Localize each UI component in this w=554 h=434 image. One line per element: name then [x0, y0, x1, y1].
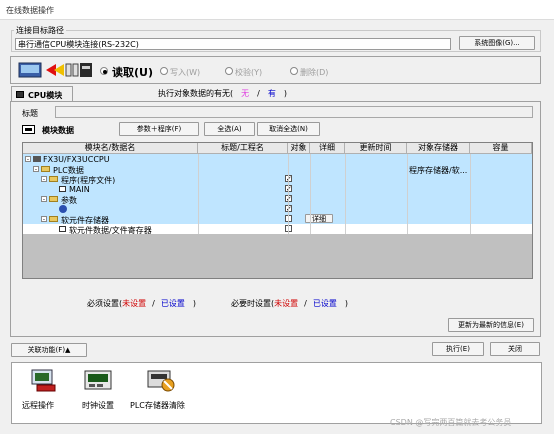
device-data-icon [59, 226, 66, 232]
module-data-table[interactable]: 模块名/数据名 标题/工程名 对象 详细 更新时间 对象存储器 容量 - FX3… [22, 142, 533, 279]
remote-operation-icon[interactable] [29, 367, 59, 393]
col-header-title[interactable]: 标题/工程名 [198, 143, 288, 154]
tab-cpu-module[interactable]: CPU模块 [11, 86, 73, 102]
table-row[interactable]: MAIN ✓ [23, 184, 532, 194]
col-header-name[interactable]: 模块名/数据名 [23, 143, 198, 154]
collapse-toggle[interactable]: - [41, 176, 47, 183]
window-titlebar[interactable]: 在线数据操作 [0, 0, 554, 20]
table-row[interactable]: - PLC数据 程序存储器/软... [23, 164, 532, 175]
program-file-icon [59, 186, 66, 192]
read-label: 读取(U) [112, 66, 153, 79]
col-header-target[interactable]: 对象 [288, 143, 310, 154]
write-label: 写入(W) [170, 68, 201, 77]
plc-memory-clear-label[interactable]: PLC存储器清除 [130, 400, 185, 411]
collapse-toggle[interactable]: - [41, 196, 47, 203]
read-radio[interactable] [100, 67, 108, 75]
table-row[interactable]: - FX3U/FX3UCCPU [23, 154, 532, 164]
collapse-toggle[interactable]: - [41, 216, 47, 223]
clock-setting-label[interactable]: 时钟设置 [82, 400, 114, 411]
deselect-all-button[interactable]: 取消全选(N) [257, 122, 320, 136]
select-all-button[interactable]: 全选(A) [204, 122, 255, 136]
table-row[interactable]: - 程序(程序文件) ✓ [23, 174, 532, 185]
cpu-icon [16, 91, 24, 98]
verify-radio[interactable] [225, 67, 233, 75]
required-setting-legend: 必须设置(未设置 / 已设置) [87, 299, 196, 308]
plc-memory-clear-icon[interactable] [146, 367, 176, 393]
col-header-capacity[interactable]: 容量 [470, 143, 532, 154]
target-presence-legend: 执行对象数据的有无(无 / 有) [158, 89, 287, 98]
write-radio[interactable] [160, 67, 168, 75]
param-program-button[interactable]: 参数＋程序(F) [119, 122, 199, 136]
table-header: 模块名/数据名 标题/工程名 对象 详细 更新时间 对象存储器 容量 [23, 143, 532, 154]
collapse-toggle[interactable]: - [33, 166, 39, 173]
folder-icon [49, 216, 58, 222]
table-row[interactable]: ✓ [23, 204, 532, 214]
when-needed-setting-legend: 必要时设置(未设置 / 已设置) [231, 299, 348, 308]
parameter-icon [59, 205, 67, 213]
title-field [55, 106, 533, 118]
execute-button[interactable]: 执行(E) [432, 342, 484, 356]
folder-icon [41, 166, 50, 172]
cpu-icon [33, 156, 41, 162]
table-row[interactable]: - 软元件存储器 详细 [23, 214, 532, 225]
module-data-label: 模块数据 [42, 126, 74, 135]
module-data-icon [22, 125, 35, 134]
delete-radio[interactable] [290, 67, 298, 75]
close-button[interactable]: 关闭 [490, 342, 540, 356]
window-title: 在线数据操作 [6, 6, 54, 15]
delete-label: 删除(D) [300, 68, 329, 77]
update-info-button[interactable]: 更新为最新的信息(E) [448, 318, 534, 332]
watermark: CSDN @写完两百篇就去考公务员 [390, 418, 512, 427]
remote-operation-label[interactable]: 远程操作 [22, 400, 54, 411]
clock-setting-icon[interactable] [83, 367, 113, 393]
connection-path-field: 串行通信CPU模块连接(RS-232C) [15, 38, 451, 50]
related-functions-button[interactable]: 关联功能(F)▲ [11, 343, 87, 357]
col-header-memory[interactable]: 对象存储器 [407, 143, 470, 154]
table-row[interactable]: 软元件数据/文件寄存器 [23, 224, 532, 235]
collapse-toggle[interactable]: - [25, 156, 31, 163]
col-header-detail[interactable]: 详细 [310, 143, 345, 154]
read-operation-icon [18, 61, 94, 79]
verify-label: 校验(Y) [235, 68, 263, 77]
title-label: 标题 [22, 109, 38, 118]
system-image-button[interactable]: 系统图像(G)... [459, 36, 535, 50]
col-header-update-time[interactable]: 更新时间 [345, 143, 407, 154]
folder-icon [49, 176, 58, 182]
table-row[interactable]: - 参数 ✓ [23, 194, 532, 205]
connection-legend: 连接目标路径 [14, 25, 66, 36]
folder-icon [49, 196, 58, 202]
